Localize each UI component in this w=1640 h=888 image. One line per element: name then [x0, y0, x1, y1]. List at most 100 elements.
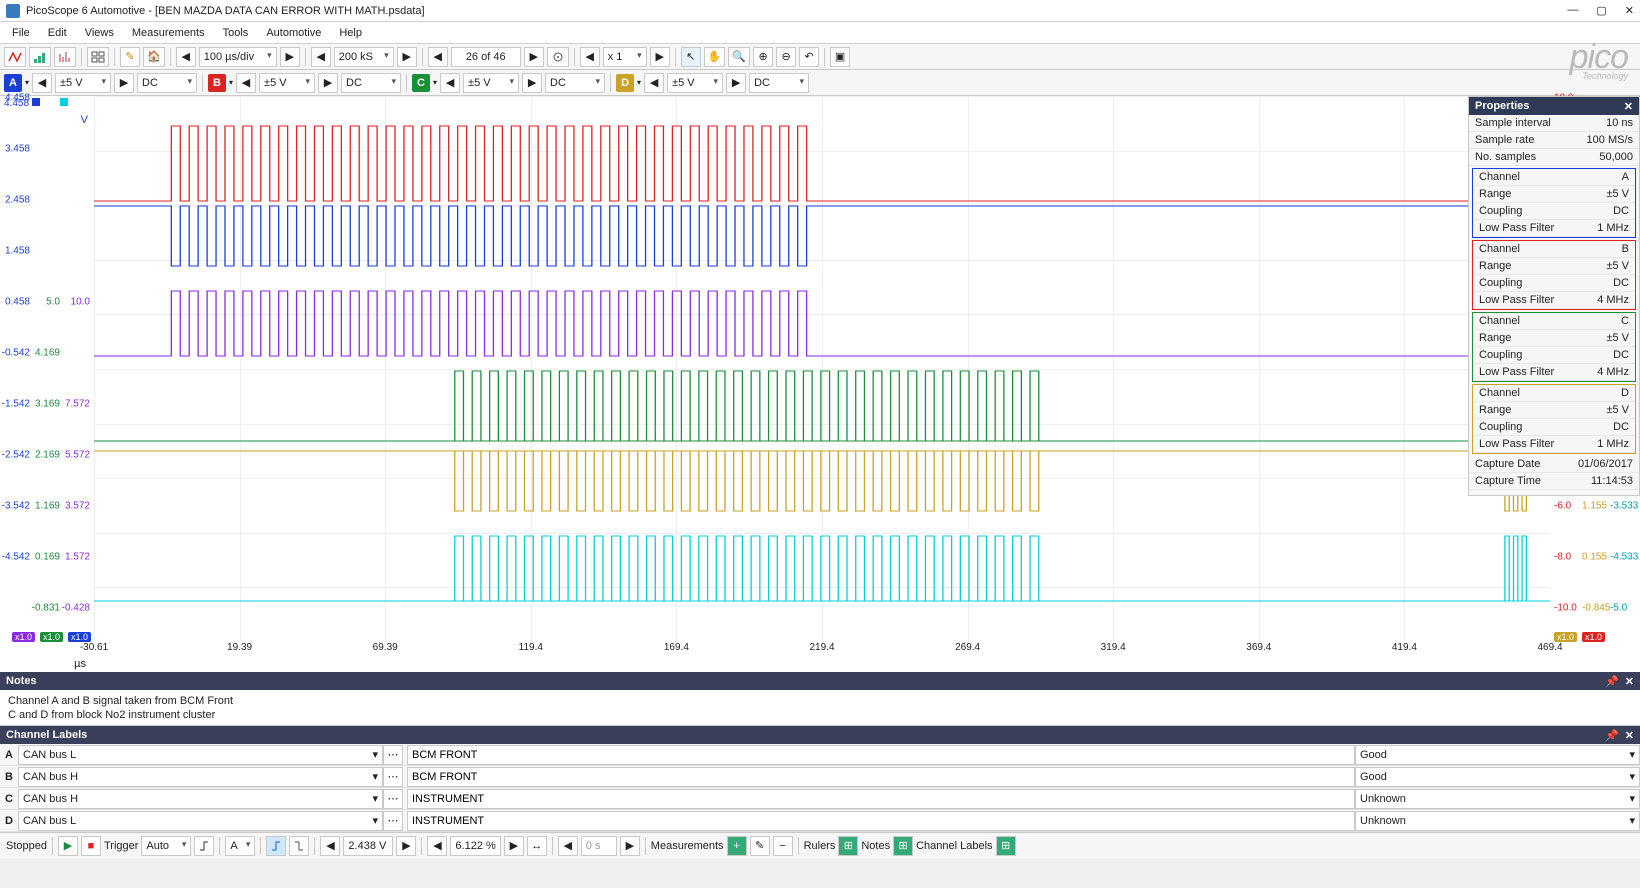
pretrigger[interactable]: 6.122 % — [450, 836, 500, 856]
delete-measurement-button[interactable]: − — [773, 836, 793, 856]
menu-measurements[interactable]: Measurements — [124, 24, 213, 42]
stop-button[interactable]: ■ — [81, 836, 101, 856]
chlabel-name-select[interactable]: CAN bus H▾ — [18, 767, 383, 787]
channel-b-range-prev[interactable]: ◀ — [236, 73, 256, 93]
trigger-level-next[interactable]: ▶ — [396, 836, 416, 856]
channel-d-coupling[interactable]: DC — [749, 73, 809, 93]
window-maximize-icon[interactable]: ▢ — [1596, 4, 1606, 17]
menu-help[interactable]: Help — [331, 24, 370, 42]
chlabel-status-select[interactable]: Unknown▾ — [1355, 811, 1640, 831]
zoom-prev-button[interactable]: ◀ — [580, 47, 600, 67]
notes-body[interactable]: Channel A and B signal taken from BCM Fr… — [0, 690, 1640, 726]
chlabel-location-input[interactable] — [407, 767, 1355, 787]
zoom-select[interactable]: x 1 — [603, 47, 647, 67]
pretrig-next[interactable]: ▶ — [504, 836, 524, 856]
zoom-in-button[interactable]: ⊕ — [753, 47, 773, 67]
channel-a-range[interactable]: ±5 V — [55, 73, 111, 93]
channel-d-range-next[interactable]: ▶ — [726, 73, 746, 93]
chlabel-browse-button[interactable]: ⋯ — [383, 745, 403, 765]
channel-c-label[interactable]: C — [412, 74, 430, 92]
chlabel-name-select[interactable]: CAN bus H▾ — [18, 789, 383, 809]
channel-c-range-next[interactable]: ▶ — [522, 73, 542, 93]
notes-toggle-button[interactable]: ⊞ — [893, 836, 913, 856]
go-button[interactable]: ▶ — [58, 836, 78, 856]
notes-close-icon[interactable]: ✕ — [1625, 675, 1634, 688]
chlabels-close-icon[interactable]: ✕ — [1625, 729, 1634, 742]
channel-d-label[interactable]: D — [616, 74, 634, 92]
channel-a-range-next[interactable]: ▶ — [114, 73, 134, 93]
hand-tool-button[interactable]: ✋ — [704, 47, 726, 67]
waveform-area[interactable]: x1.0 x1.0 x1.0 — [94, 96, 1550, 642]
samples-select[interactable]: 200 kS — [334, 47, 394, 67]
window-close-icon[interactable]: ✕ — [1625, 4, 1634, 17]
channel-b-range-next[interactable]: ▶ — [318, 73, 338, 93]
delay-prev[interactable]: ◀ — [558, 836, 578, 856]
menu-tools[interactable]: Tools — [215, 24, 257, 42]
trigger-level[interactable]: 2.438 V — [343, 836, 393, 856]
marquee-button[interactable]: ▣ — [830, 47, 850, 67]
chlabel-status-select[interactable]: Good▾ — [1355, 767, 1640, 787]
trigger-mode[interactable]: Auto — [141, 836, 191, 856]
menu-automotive[interactable]: Automotive — [258, 24, 329, 42]
channel-b-range[interactable]: ±5 V — [259, 73, 315, 93]
channel-b-label[interactable]: B — [208, 74, 226, 92]
chlabel-browse-button[interactable]: ⋯ — [383, 811, 403, 831]
trigger-delay[interactable]: 0 s — [581, 836, 617, 856]
pretrig-prev[interactable]: ◀ — [427, 836, 447, 856]
chlabel-location-input[interactable] — [407, 745, 1355, 765]
falling-edge-button[interactable] — [289, 836, 309, 856]
timebase-prev-button[interactable]: ◀ — [176, 47, 196, 67]
chlabel-browse-button[interactable]: ⋯ — [383, 767, 403, 787]
buffer-overview-button[interactable] — [547, 47, 569, 67]
zoom-next-button[interactable]: ▶ — [650, 47, 670, 67]
chlabel-location-input[interactable] — [407, 811, 1355, 831]
menu-views[interactable]: Views — [77, 24, 122, 42]
notes-pin-icon[interactable]: 📌 — [1605, 675, 1619, 688]
channel-d-range[interactable]: ±5 V — [667, 73, 723, 93]
grid-layout-button[interactable] — [87, 47, 109, 67]
chlabel-status-select[interactable]: Unknown▾ — [1355, 789, 1640, 809]
properties-close-icon[interactable]: ✕ — [1624, 100, 1633, 113]
x-axis[interactable]: µs -30.6119.3969.39119.4169.4219.4269.43… — [0, 642, 1640, 672]
add-measurement-button[interactable]: + — [727, 836, 747, 856]
auto-setup-button[interactable]: ✎ — [120, 47, 140, 67]
chlabel-name-select[interactable]: CAN bus L▾ — [18, 745, 383, 765]
buffer-counter[interactable]: 26 of 46 — [451, 47, 521, 67]
menu-edit[interactable]: Edit — [40, 24, 75, 42]
chlabel-name-select[interactable]: CAN bus L▾ — [18, 811, 383, 831]
edit-measurement-button[interactable]: ✎ — [750, 836, 770, 856]
scope-mode-button[interactable] — [4, 47, 26, 67]
chlabel-browse-button[interactable]: ⋯ — [383, 789, 403, 809]
pointer-tool-button[interactable]: ↖ — [681, 47, 701, 67]
pretrig-reset-button[interactable]: ↔ — [527, 836, 547, 856]
chlabel-location-input[interactable] — [407, 789, 1355, 809]
channel-a-range-prev[interactable]: ◀ — [32, 73, 52, 93]
buffer-next-button[interactable]: ▶ — [524, 47, 544, 67]
channel-a-label[interactable]: A — [4, 74, 22, 92]
home-button[interactable]: 🏠 — [143, 47, 165, 67]
samples-prev-button[interactable]: ◀ — [311, 47, 331, 67]
samples-next-button[interactable]: ▶ — [397, 47, 417, 67]
persistence-button[interactable] — [29, 47, 51, 67]
trigger-level-prev[interactable]: ◀ — [320, 836, 340, 856]
channel-c-coupling[interactable]: DC — [545, 73, 605, 93]
trigger-channel[interactable]: A — [225, 836, 255, 856]
spectrum-button[interactable] — [54, 47, 76, 67]
zoom-out-button[interactable]: ⊖ — [776, 47, 796, 67]
delay-next[interactable]: ▶ — [620, 836, 640, 856]
chlabels-pin-icon[interactable]: 📌 — [1605, 729, 1619, 742]
rulers-button[interactable]: ⊞ — [838, 836, 858, 856]
channel-c-range-prev[interactable]: ◀ — [440, 73, 460, 93]
timebase-next-button[interactable]: ▶ — [280, 47, 300, 67]
chlabel-status-select[interactable]: Good▾ — [1355, 745, 1640, 765]
chanlabels-toggle-button[interactable]: ⊞ — [996, 836, 1016, 856]
channel-d-range-prev[interactable]: ◀ — [644, 73, 664, 93]
trigger-edge-button[interactable] — [194, 836, 214, 856]
undo-zoom-button[interactable]: ↶ — [799, 47, 819, 67]
channel-b-coupling[interactable]: DC — [341, 73, 401, 93]
channel-a-coupling[interactable]: DC — [137, 73, 197, 93]
channel-c-range[interactable]: ±5 V — [463, 73, 519, 93]
menu-file[interactable]: File — [4, 24, 38, 42]
rising-edge-button[interactable] — [266, 836, 286, 856]
y-axis-left[interactable]: 4.458 V 4.4583.4582.4581.4580.458-0.542-… — [0, 96, 94, 642]
